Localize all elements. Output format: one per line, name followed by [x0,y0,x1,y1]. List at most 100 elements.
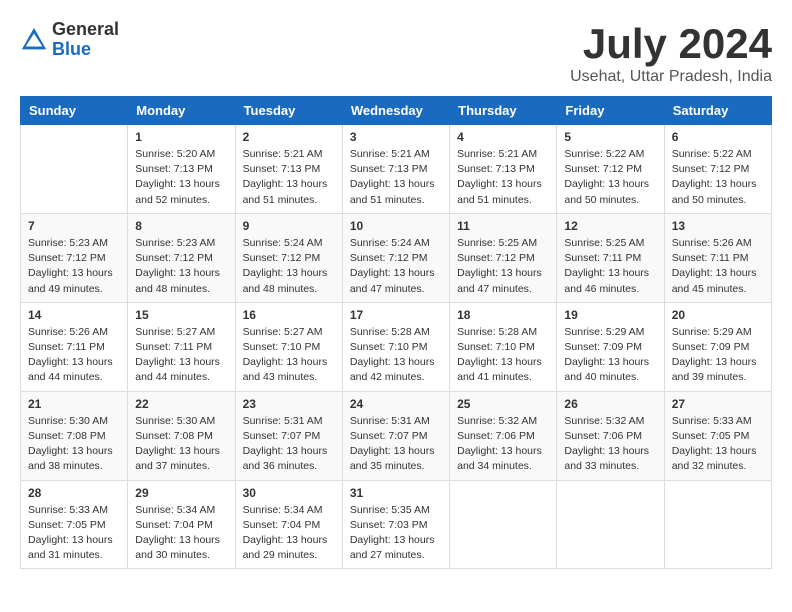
month-title: July 2024 [570,20,772,68]
calendar-cell: 30 Sunrise: 5:34 AM Sunset: 7:04 PM Dayli… [235,480,342,569]
day-info: Sunrise: 5:33 AM Sunset: 7:05 PM Dayligh… [28,503,120,564]
calendar-cell: 9 Sunrise: 5:24 AM Sunset: 7:12 PM Daylig… [235,213,342,302]
day-number: 11 [457,219,549,233]
day-number: 27 [672,397,764,411]
day-number: 8 [135,219,227,233]
day-number: 9 [243,219,335,233]
calendar-day-header: Sunday [21,97,128,125]
calendar-day-header: Wednesday [342,97,449,125]
day-number: 18 [457,308,549,322]
day-info: Sunrise: 5:22 AM Sunset: 7:12 PM Dayligh… [672,147,764,208]
day-number: 20 [672,308,764,322]
calendar-cell: 8 Sunrise: 5:23 AM Sunset: 7:12 PM Daylig… [128,213,235,302]
day-info: Sunrise: 5:35 AM Sunset: 7:03 PM Dayligh… [350,503,442,564]
calendar-day-header: Friday [557,97,664,125]
calendar-cell: 7 Sunrise: 5:23 AM Sunset: 7:12 PM Daylig… [21,213,128,302]
day-number: 22 [135,397,227,411]
calendar-cell [664,480,771,569]
calendar-cell: 6 Sunrise: 5:22 AM Sunset: 7:12 PM Daylig… [664,125,771,214]
calendar-cell [450,480,557,569]
day-info: Sunrise: 5:24 AM Sunset: 7:12 PM Dayligh… [243,236,335,297]
calendar-cell: 13 Sunrise: 5:26 AM Sunset: 7:11 PM Dayli… [664,213,771,302]
day-number: 12 [564,219,656,233]
day-info: Sunrise: 5:34 AM Sunset: 7:04 PM Dayligh… [135,503,227,564]
day-number: 17 [350,308,442,322]
day-info: Sunrise: 5:31 AM Sunset: 7:07 PM Dayligh… [350,414,442,475]
calendar-week-row: 7 Sunrise: 5:23 AM Sunset: 7:12 PM Daylig… [21,213,772,302]
day-number: 30 [243,486,335,500]
day-info: Sunrise: 5:22 AM Sunset: 7:12 PM Dayligh… [564,147,656,208]
calendar-day-header: Monday [128,97,235,125]
calendar-cell: 10 Sunrise: 5:24 AM Sunset: 7:12 PM Dayli… [342,213,449,302]
calendar-cell: 17Sunrise: 5:28 AM Sunset: 7:10 PM Dayli… [342,302,449,391]
day-info: Sunrise: 5:21 AM Sunset: 7:13 PM Dayligh… [243,147,335,208]
day-info: Sunrise: 5:34 AM Sunset: 7:04 PM Dayligh… [243,503,335,564]
calendar-cell: 29 Sunrise: 5:34 AM Sunset: 7:04 PM Dayli… [128,480,235,569]
day-number: 24 [350,397,442,411]
day-number: 13 [672,219,764,233]
day-number: 26 [564,397,656,411]
day-info: Sunrise: 5:27 AM Sunset: 7:10 PM Dayligh… [243,325,335,386]
day-info: Sunrise: 5:26 AM Sunset: 7:11 PM Dayligh… [672,236,764,297]
calendar-cell: 15 Sunrise: 5:27 AM Sunset: 7:11 PM Dayli… [128,302,235,391]
day-number: 19 [564,308,656,322]
calendar-cell: 21Sunrise: 5:30 AM Sunset: 7:08 PM Dayli… [21,391,128,480]
day-number: 16 [243,308,335,322]
calendar-cell: 2Sunrise: 5:21 AM Sunset: 7:13 PM Daylig… [235,125,342,214]
logo-blue: Blue [52,40,119,60]
day-number: 29 [135,486,227,500]
calendar-cell: 12 Sunrise: 5:25 AM Sunset: 7:11 PM Dayli… [557,213,664,302]
day-number: 14 [28,308,120,322]
day-number: 6 [672,130,764,144]
day-info: Sunrise: 5:31 AM Sunset: 7:07 PM Dayligh… [243,414,335,475]
day-number: 1 [135,130,227,144]
day-number: 10 [350,219,442,233]
title-area: July 2024 Usehat, Uttar Pradesh, India [570,20,772,86]
calendar-day-header: Saturday [664,97,771,125]
calendar-cell: 31Sunrise: 5:35 AM Sunset: 7:03 PM Dayli… [342,480,449,569]
day-info: Sunrise: 5:25 AM Sunset: 7:12 PM Dayligh… [457,236,549,297]
calendar-week-row: 28 Sunrise: 5:33 AM Sunset: 7:05 PM Dayli… [21,480,772,569]
day-info: Sunrise: 5:24 AM Sunset: 7:12 PM Dayligh… [350,236,442,297]
calendar-cell: 11 Sunrise: 5:25 AM Sunset: 7:12 PM Dayli… [450,213,557,302]
day-number: 7 [28,219,120,233]
day-number: 4 [457,130,549,144]
calendar-cell: 16 Sunrise: 5:27 AM Sunset: 7:10 PM Dayli… [235,302,342,391]
page-header: General Blue July 2024 Usehat, Uttar Pra… [20,20,772,86]
calendar-cell: 5 Sunrise: 5:22 AM Sunset: 7:12 PM Daylig… [557,125,664,214]
day-info: Sunrise: 5:23 AM Sunset: 7:12 PM Dayligh… [28,236,120,297]
calendar-cell: 26 Sunrise: 5:32 AM Sunset: 7:06 PM Dayli… [557,391,664,480]
calendar-header-row: SundayMondayTuesdayWednesdayThursdayFrid… [21,97,772,125]
calendar-cell: 4Sunrise: 5:21 AM Sunset: 7:13 PM Daylig… [450,125,557,214]
calendar-cell: 28 Sunrise: 5:33 AM Sunset: 7:05 PM Dayli… [21,480,128,569]
day-info: Sunrise: 5:33 AM Sunset: 7:05 PM Dayligh… [672,414,764,475]
day-info: Sunrise: 5:25 AM Sunset: 7:11 PM Dayligh… [564,236,656,297]
calendar-cell: 27 Sunrise: 5:33 AM Sunset: 7:05 PM Dayli… [664,391,771,480]
day-info: Sunrise: 5:29 AM Sunset: 7:09 PM Dayligh… [672,325,764,386]
day-number: 28 [28,486,120,500]
day-number: 23 [243,397,335,411]
day-number: 15 [135,308,227,322]
calendar-cell: 18Sunrise: 5:28 AM Sunset: 7:10 PM Dayli… [450,302,557,391]
logo-icon [20,26,48,54]
calendar-cell: 25Sunrise: 5:32 AM Sunset: 7:06 PM Dayli… [450,391,557,480]
day-number: 21 [28,397,120,411]
location-title: Usehat, Uttar Pradesh, India [570,68,772,86]
calendar-day-header: Tuesday [235,97,342,125]
calendar-cell: 23 Sunrise: 5:31 AM Sunset: 7:07 PM Dayli… [235,391,342,480]
calendar-week-row: 14Sunrise: 5:26 AM Sunset: 7:11 PM Dayli… [21,302,772,391]
calendar-cell: 20 Sunrise: 5:29 AM Sunset: 7:09 PM Dayli… [664,302,771,391]
day-info: Sunrise: 5:27 AM Sunset: 7:11 PM Dayligh… [135,325,227,386]
logo-text: General Blue [52,20,119,60]
day-info: Sunrise: 5:32 AM Sunset: 7:06 PM Dayligh… [564,414,656,475]
day-info: Sunrise: 5:30 AM Sunset: 7:08 PM Dayligh… [135,414,227,475]
calendar-cell: 24 Sunrise: 5:31 AM Sunset: 7:07 PM Dayli… [342,391,449,480]
day-number: 5 [564,130,656,144]
calendar-week-row: 21 Sunrise: 5:30 AM Sunset: 7:08 PM Dayli… [21,391,772,480]
day-info: Sunrise: 5:32 AM Sunset: 7:06 PM Dayligh… [457,414,549,475]
day-info: Sunrise: 5:23 AM Sunset: 7:12 PM Dayligh… [135,236,227,297]
day-info: Sunrise: 5:21 AM Sunset: 7:13 PM Dayligh… [350,147,442,208]
calendar-cell: 22 Sunrise: 5:30 AM Sunset: 7:08 PM Dayli… [128,391,235,480]
calendar-cell: 1Sunrise: 5:20 AM Sunset: 7:13 PM Daylig… [128,125,235,214]
logo: General Blue [20,20,119,60]
